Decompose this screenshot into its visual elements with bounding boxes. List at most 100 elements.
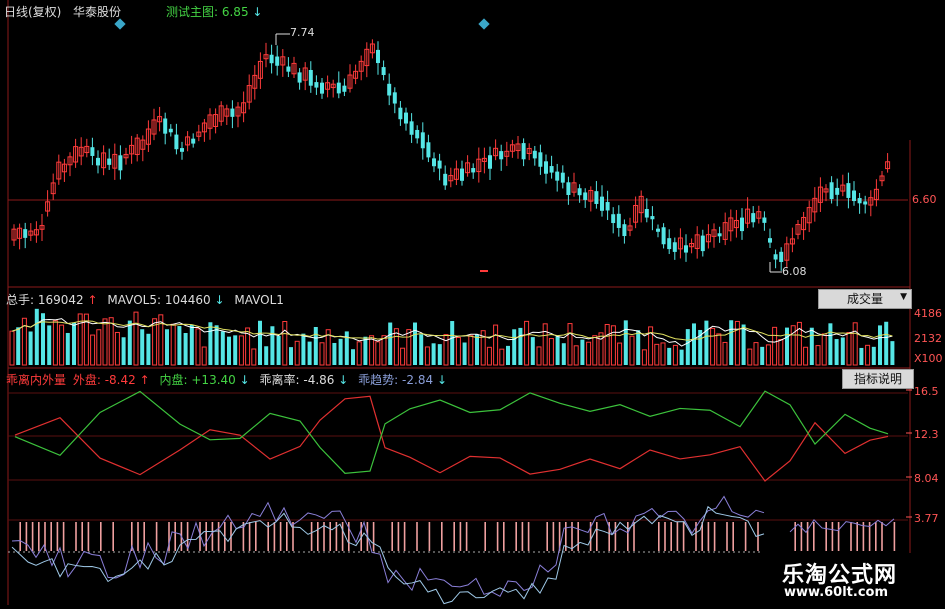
watermark-box: 乐淘公式网 www.60lt.com: [776, 553, 936, 605]
volume-bar-down: [419, 334, 424, 365]
volume-bar-down: [506, 345, 510, 365]
arrow-down-icon: ↓: [338, 373, 349, 387]
volume-bar-up: [96, 329, 102, 366]
arrow-down-icon: ↓: [252, 5, 263, 19]
indicator-name[interactable]: 乖离内外量: [6, 373, 66, 387]
candle-down: [398, 107, 403, 120]
volume-bar-down: [834, 339, 839, 365]
volume-bar-up: [672, 344, 678, 366]
volume-bar-down: [65, 332, 70, 365]
volume-bar-up: [821, 333, 827, 366]
indicator-header: 乖离内外量 外盘: -8.42 ↑ 内盘: +13.40 ↓ 乖离率: -4.8…: [6, 371, 447, 388]
volume-bar-down: [413, 322, 417, 365]
candle-down: [667, 238, 672, 250]
volume-bar-up: [424, 346, 430, 366]
volume-bar-up: [660, 342, 666, 366]
candle-down: [269, 54, 274, 64]
volume-bar-up: [393, 328, 399, 366]
volume-bar-up: [493, 324, 499, 366]
volume-bar-up: [617, 342, 623, 366]
trend-label: 乖趋势:: [358, 373, 399, 387]
candle-down: [616, 213, 621, 228]
volume-bar-down: [685, 329, 690, 365]
volume-bar-down: [871, 346, 876, 365]
candle-down: [605, 202, 610, 211]
volume-bar-up: [803, 346, 809, 366]
candle-down: [191, 138, 196, 144]
candle-down: [471, 168, 476, 173]
volume-bar-up: [536, 346, 542, 366]
candle-down: [381, 67, 386, 76]
volume-bar-down: [227, 336, 231, 365]
candle-down: [286, 66, 291, 72]
volume-bar-up: [195, 328, 201, 366]
candle-down: [275, 56, 280, 66]
volume-bar-up: [629, 335, 635, 366]
candle-down: [684, 245, 688, 253]
indicator-explain-button[interactable]: 指标说明: [842, 369, 914, 389]
volume-bar-up: [524, 320, 530, 366]
candle-down: [594, 191, 599, 204]
volume-bar-down: [512, 329, 517, 365]
volume-bar-down: [208, 322, 213, 365]
volume-bar-down: [679, 349, 684, 365]
candle-down: [314, 82, 319, 88]
volume-bar-down: [146, 333, 151, 365]
volume-bar-down: [518, 327, 523, 365]
candle-down: [779, 251, 784, 262]
volume-bar-up: [542, 323, 548, 366]
dropdown-label: 成交量: [846, 292, 883, 306]
mavol5-label: MAVOL5:: [107, 293, 162, 307]
candle-down: [163, 118, 168, 134]
volume-bar-up: [710, 327, 716, 366]
candle-down: [549, 166, 554, 173]
candle-down: [392, 92, 397, 104]
volume-bar-down: [276, 335, 281, 365]
volume-bar-down: [840, 337, 845, 365]
volume-bar-down: [760, 346, 765, 365]
candle-down: [857, 198, 862, 204]
volume-bar-up: [548, 338, 554, 366]
candle-down: [342, 85, 347, 92]
watermark-url: www.60lt.com: [784, 585, 889, 600]
candle-down: [180, 148, 184, 152]
volume-bar-up: [852, 322, 858, 366]
outer-value: -8.42: [104, 373, 136, 387]
candle-down: [560, 172, 565, 183]
volume-bar-up: [381, 335, 387, 366]
candle-down: [521, 143, 526, 160]
volume-bar-up: [251, 348, 257, 366]
volume-bar-down: [121, 337, 126, 365]
candle-down: [23, 229, 28, 238]
indicator-axis-2: 12.3: [914, 428, 939, 441]
volume-bar-up: [778, 338, 784, 366]
volume-bar-up: [52, 320, 58, 366]
volume-bar-down: [264, 346, 269, 365]
volume-indicator-dropdown[interactable]: 成交量 ▼: [818, 289, 912, 309]
mavol5-value: 104460: [164, 293, 211, 307]
candle-down: [174, 134, 179, 150]
volume-bar-down: [884, 321, 889, 365]
candle-down: [415, 129, 420, 139]
marker-dash: [480, 270, 488, 272]
volume-bar-down: [729, 320, 734, 365]
volume-bar-down: [437, 344, 442, 365]
candle-down: [762, 217, 767, 223]
caret-down-icon: ▼: [900, 292, 907, 302]
volume-bar-down: [636, 330, 641, 365]
volume-bar-down: [741, 324, 746, 365]
volume-bar-up: [356, 341, 362, 366]
volume-bar-up: [201, 346, 207, 366]
volume-bar-down: [338, 338, 343, 365]
candle-down: [852, 190, 856, 202]
volume-bar-up: [610, 325, 616, 366]
total-value: 169042: [37, 293, 84, 307]
main-indicator-text: 测试主图: 6.85: [166, 5, 249, 19]
volume-bar-down: [214, 325, 219, 365]
candle-down: [717, 233, 722, 237]
volume-bar-up: [294, 340, 300, 366]
candle-down: [611, 214, 616, 224]
chart-title: 日线(复权): [4, 5, 62, 19]
stock-name[interactable]: 华泰股份: [73, 3, 121, 20]
volume-bar-down: [878, 325, 882, 365]
